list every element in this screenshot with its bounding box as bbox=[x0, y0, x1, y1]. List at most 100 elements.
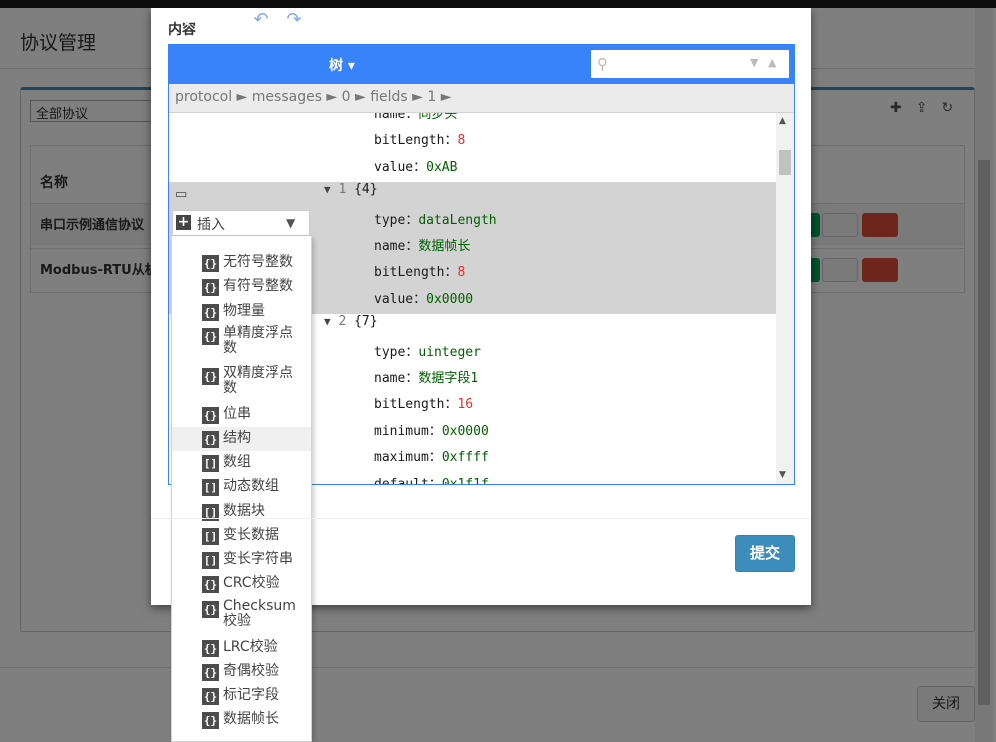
insert-menu-item[interactable]: [] 数组 bbox=[172, 451, 311, 475]
mode-selector[interactable]: 树 ▾ bbox=[329, 55, 355, 75]
search-input[interactable] bbox=[618, 52, 746, 76]
node-index: 2 bbox=[338, 314, 347, 330]
field-separator: ： bbox=[405, 344, 419, 360]
array-icon: [] bbox=[202, 455, 219, 472]
field-separator: ： bbox=[413, 291, 427, 307]
insert-menu-item[interactable]: {} Checksum校验 bbox=[172, 597, 311, 634]
tree-node-field[interactable]: name：数据帧长 bbox=[374, 235, 470, 254]
tree-node-field[interactable]: name：数据字段1 bbox=[374, 367, 478, 386]
chevron-down-icon[interactable]: ▼ bbox=[286, 216, 295, 230]
insert-menu-item-label: 标记字段 bbox=[223, 687, 279, 703]
field-separator: ： bbox=[444, 397, 458, 413]
search-previous-icon[interactable]: ▲ bbox=[768, 56, 776, 69]
node-summary: {7} bbox=[354, 314, 378, 330]
insert-menu-item[interactable]: {} CRC校验 bbox=[172, 572, 311, 596]
field-value: uinteger bbox=[418, 344, 481, 360]
tree-node-field[interactable]: value：0x0000 bbox=[374, 288, 473, 307]
expand-all-icon[interactable]: ⇕ bbox=[174, 7, 200, 33]
insert-menu-item-label: Checksum校验 bbox=[223, 598, 296, 629]
object-icon: {} bbox=[202, 576, 219, 593]
insert-menu-item-label: LRC校验 bbox=[223, 639, 278, 655]
tree-node-array-item[interactable]: ▼ 2 {7} bbox=[324, 314, 378, 329]
insert-menu-item-label: 变长数据 bbox=[223, 527, 279, 543]
insert-menu-item[interactable]: {} 单精度浮点数 bbox=[172, 324, 311, 361]
field-separator: ： bbox=[428, 423, 442, 439]
context-menu-toggle-icon[interactable]: ▭ bbox=[175, 187, 187, 202]
insert-menu-item-label: 位串 bbox=[223, 406, 251, 422]
insert-menu-item[interactable]: [] 数据块 bbox=[172, 500, 311, 524]
object-icon: {} bbox=[202, 279, 219, 296]
tree-node-field[interactable]: type：dataLength bbox=[374, 209, 497, 228]
tree-node-field[interactable]: value：0xAB bbox=[374, 156, 457, 175]
node-index: 1 bbox=[338, 182, 347, 198]
submit-button[interactable]: 提交 bbox=[735, 535, 795, 572]
collapse-all-icon[interactable]: ⇳ bbox=[207, 7, 233, 33]
insert-menu-item[interactable]: {} 无符号整数 bbox=[172, 251, 311, 275]
field-value: 数据字段1 bbox=[418, 371, 479, 386]
object-icon: {} bbox=[202, 664, 219, 681]
object-icon: {} bbox=[202, 640, 219, 657]
field-key: bitLength bbox=[374, 265, 445, 281]
field-key: maximum bbox=[374, 450, 429, 466]
insert-menu-item-label: 有符号整数 bbox=[223, 278, 293, 294]
field-key: name bbox=[374, 113, 406, 122]
insert-menu-item[interactable]: {} 位串 bbox=[172, 403, 311, 427]
field-value: 16 bbox=[457, 397, 474, 413]
insert-menu-item[interactable]: {} 标记字段 bbox=[172, 684, 311, 708]
field-value: dataLength bbox=[418, 212, 497, 228]
breadcrumb[interactable]: protocol ► messages ► 0 ► fields ► 1 ► bbox=[175, 89, 452, 105]
field-key: name bbox=[374, 239, 406, 254]
search-next-icon[interactable]: ▼ bbox=[750, 56, 758, 69]
search-icon: ⚲ bbox=[597, 55, 608, 73]
field-separator: ： bbox=[444, 265, 458, 281]
tree-node-field[interactable]: minimum：0x0000 bbox=[374, 420, 489, 439]
object-icon: {} bbox=[202, 328, 219, 345]
tree-node-field[interactable]: maximum：0xffff bbox=[374, 446, 489, 465]
field-value: 0x0000 bbox=[426, 291, 474, 307]
tree-node-array-item[interactable]: ▼ 1 {4} bbox=[324, 182, 378, 197]
tree-node-field[interactable]: default：0x1f1f bbox=[374, 473, 489, 484]
insert-menu-item-label: 物理量 bbox=[223, 303, 265, 319]
array-icon: [] bbox=[202, 479, 219, 496]
insert-menu-item[interactable]: [] 变长数据 bbox=[172, 524, 311, 548]
tree-node-field[interactable]: name：同步头 bbox=[374, 113, 457, 122]
object-icon: {} bbox=[202, 368, 219, 385]
insert-menu-item[interactable]: [] 动态数组 bbox=[172, 475, 311, 499]
field-key: minimum bbox=[374, 423, 429, 439]
field-key: default bbox=[374, 477, 429, 484]
field-separator: ： bbox=[413, 159, 427, 175]
tree-node-field[interactable]: type：uinteger bbox=[374, 341, 481, 360]
object-icon: {} bbox=[202, 407, 219, 424]
field-key: name bbox=[374, 371, 406, 386]
insert-menu-item-label: CRC校验 bbox=[223, 575, 280, 591]
insert-menu-item[interactable]: {} 物理量 bbox=[172, 300, 311, 324]
insert-menu-item-label: 单精度浮点数 bbox=[223, 325, 293, 356]
collapse-toggle-icon[interactable]: ▼ bbox=[324, 183, 331, 196]
insert-menu-item[interactable]: {} 有符号整数 bbox=[172, 275, 311, 299]
collapse-toggle-icon[interactable]: ▼ bbox=[324, 315, 331, 328]
insert-menu-item[interactable]: {} 结构 bbox=[172, 427, 311, 451]
insert-menu-item[interactable]: {} 双精度浮点数 bbox=[172, 364, 311, 401]
field-key: type bbox=[374, 344, 406, 360]
undo-icon[interactable]: ↶ bbox=[248, 7, 274, 33]
insert-menu-item[interactable]: {} 奇偶校验 bbox=[172, 660, 311, 684]
object-icon: {} bbox=[202, 304, 219, 321]
tree-scrollbar-thumb[interactable] bbox=[779, 150, 791, 175]
plus-icon: + bbox=[176, 214, 191, 230]
insert-menu-item[interactable]: [] 变长字符串 bbox=[172, 548, 311, 572]
array-icon: [] bbox=[202, 552, 219, 569]
insert-menu-item[interactable]: {} LRC校验 bbox=[172, 636, 311, 660]
field-separator: ： bbox=[444, 133, 458, 149]
tree-node-field[interactable]: bitLength：8 bbox=[374, 129, 465, 148]
object-icon: {} bbox=[202, 688, 219, 705]
redo-icon[interactable]: ↷ bbox=[281, 7, 307, 33]
tree-node-field[interactable]: bitLength：16 bbox=[374, 393, 473, 412]
field-value: 数据帧长 bbox=[418, 239, 471, 254]
scroll-down-icon[interactable]: ▼ bbox=[779, 470, 786, 480]
field-value: 同步头 bbox=[418, 113, 458, 122]
scroll-up-icon[interactable]: ▲ bbox=[779, 116, 786, 126]
insert-menu-item-label: 动态数组 bbox=[223, 478, 279, 494]
insert-menu-item[interactable]: {} 数据帧长 bbox=[172, 708, 311, 732]
tree-node-field[interactable]: bitLength：8 bbox=[374, 261, 465, 280]
field-key: bitLength bbox=[374, 133, 445, 149]
